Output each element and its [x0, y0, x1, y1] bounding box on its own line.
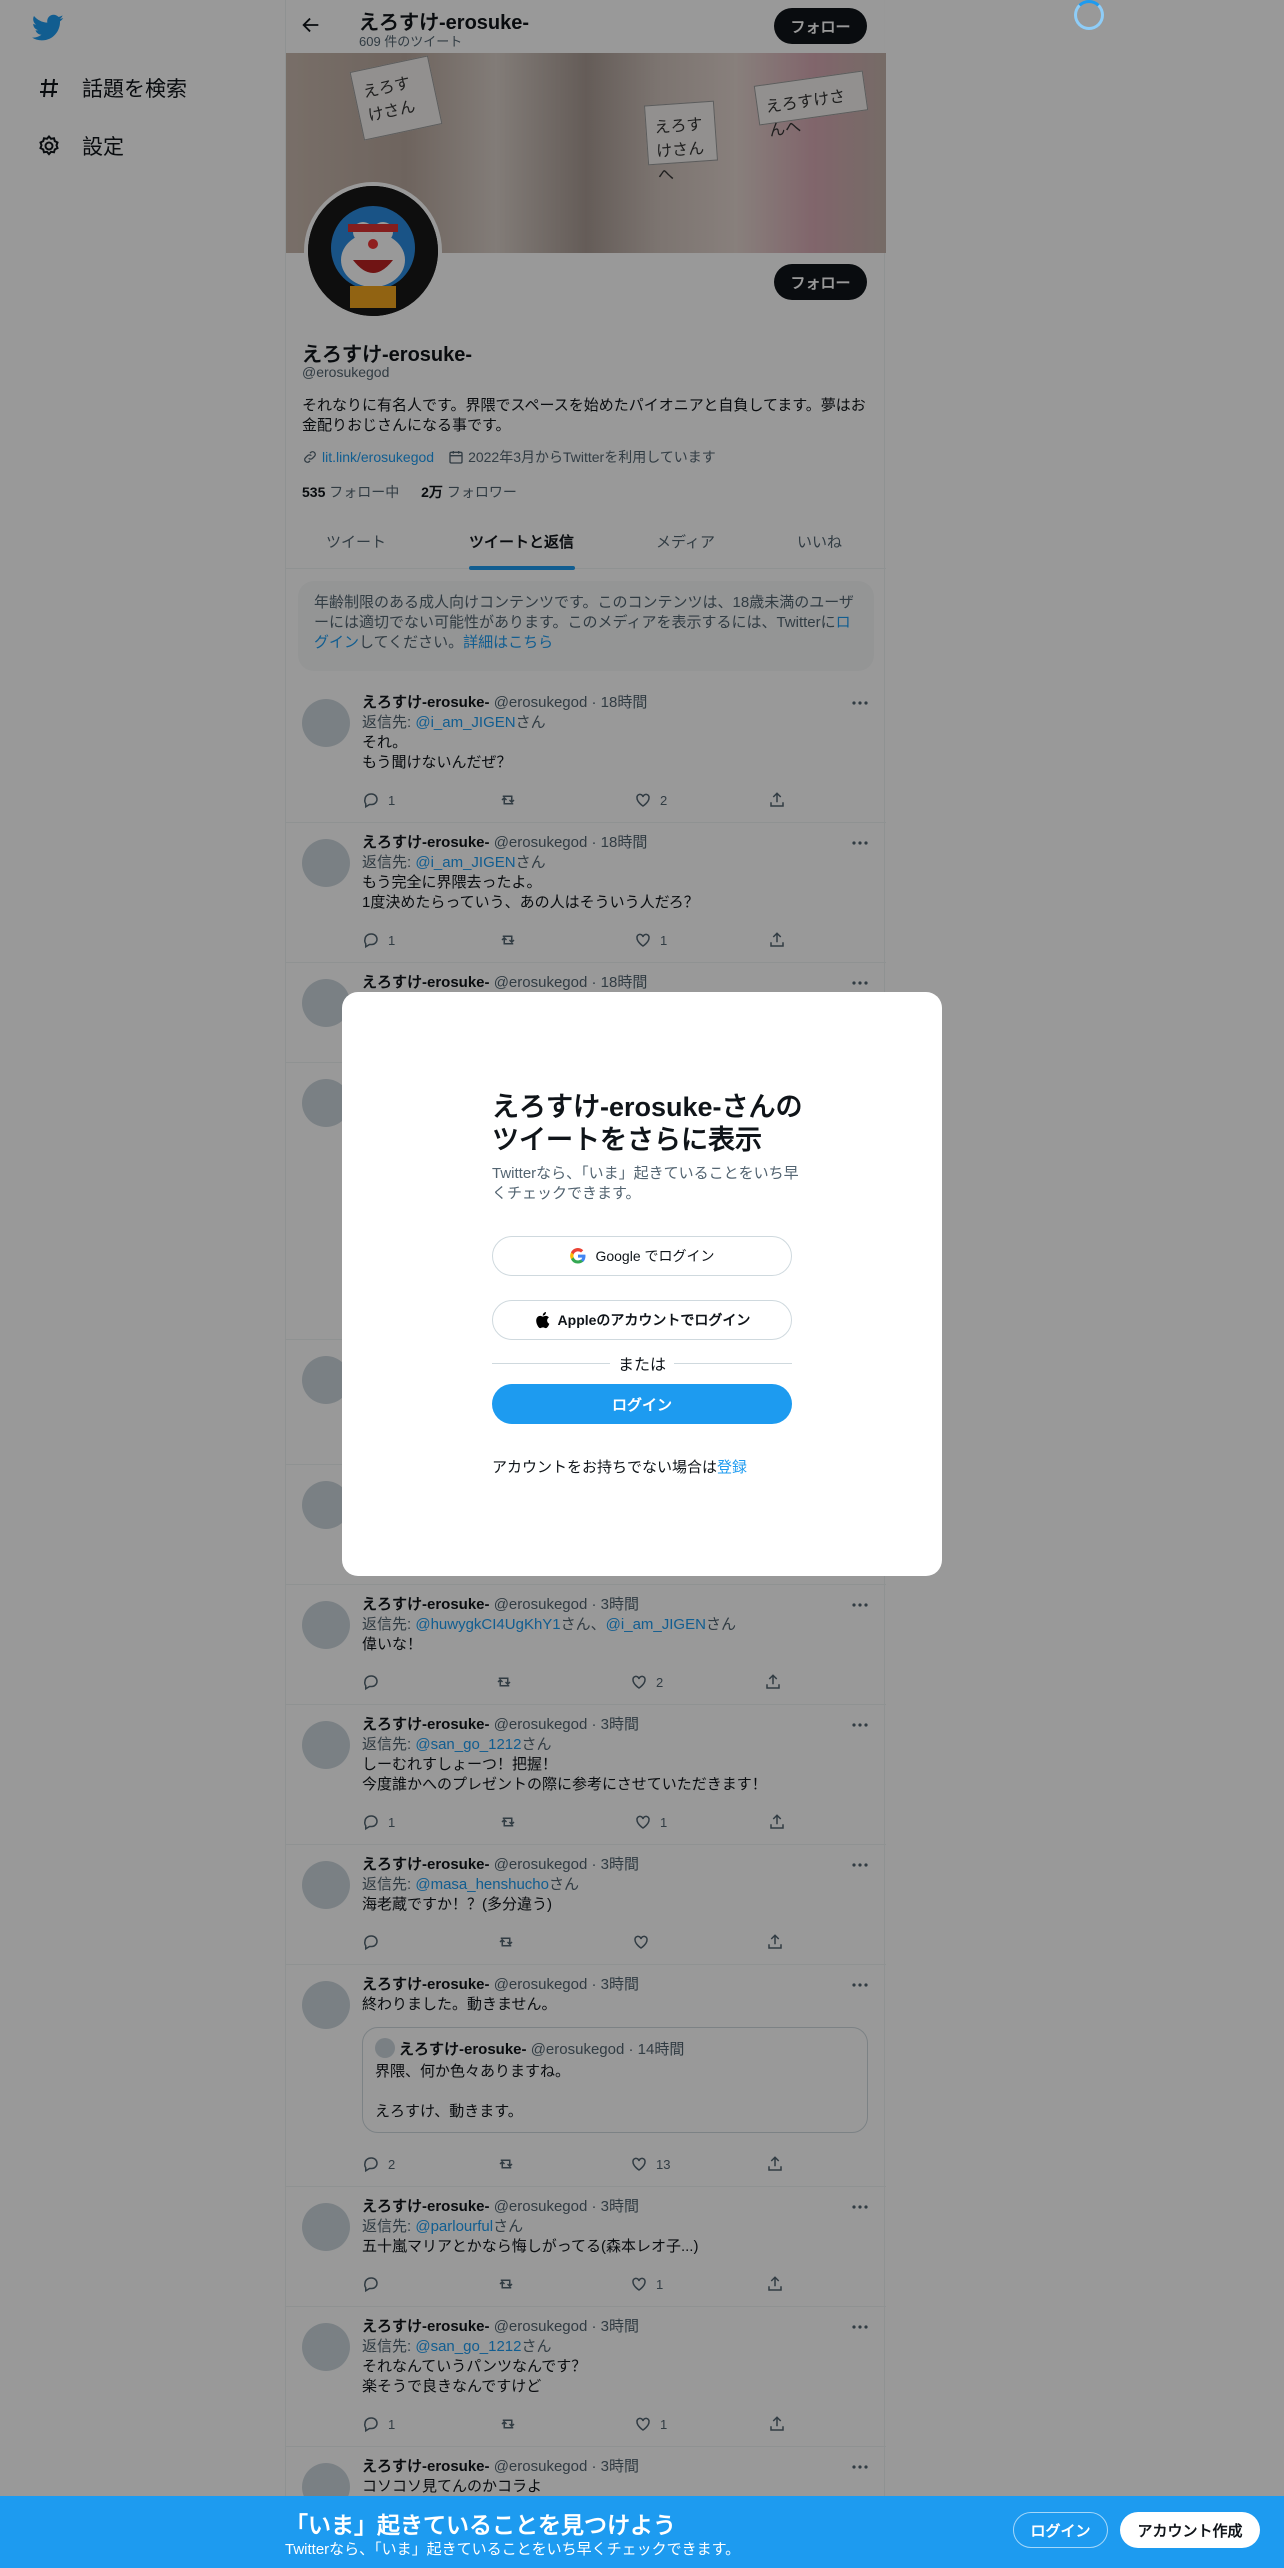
google-login-button[interactable]: Google でログイン — [492, 1236, 792, 1276]
apple-login-button[interactable]: Appleのアカウントでログイン — [492, 1300, 792, 1340]
signup-prompt: アカウントをお持ちでない場合は登録 — [492, 1456, 747, 1477]
or-divider: または — [492, 1351, 793, 1375]
modal-title: えろすけ-erosuke-さんのツイートをさらに表示 — [492, 1092, 803, 1155]
apple-login-label: Appleのアカウントでログイン — [557, 1312, 751, 1328]
bottom-login-button[interactable]: ログイン — [1013, 2512, 1108, 2548]
signup-link[interactable]: 登録 — [717, 1459, 747, 1476]
login-modal: えろすけ-erosuke-さんのツイートをさらに表示 Twitterなら、「いま… — [342, 992, 942, 1576]
or-label: または — [618, 1357, 667, 1374]
bottom-signup-bar: 「いま」起きていることを見つけよう Twitterなら、「いま」起きていることを… — [0, 2496, 1284, 2568]
google-icon — [570, 1247, 586, 1264]
loading-spinner-icon — [1074, 0, 1104, 30]
google-login-label: Google でログイン — [595, 1248, 715, 1264]
apple-icon — [535, 1312, 549, 1329]
bottom-bar-title: 「いま」起きていることを見つけよう — [285, 2512, 676, 2538]
login-button[interactable]: ログイン — [492, 1384, 792, 1424]
bottom-signup-button[interactable]: アカウント作成 — [1120, 2512, 1260, 2548]
bottom-bar-subtitle: Twitterなら、「いま」起きていることをいち早くチェックできます。 — [285, 2541, 741, 2558]
signup-text: アカウントをお持ちでない場合は — [492, 1459, 718, 1476]
modal-subtitle: Twitterなら、「いま」起きていることをいち早くチェックできます。 — [492, 1165, 799, 1202]
